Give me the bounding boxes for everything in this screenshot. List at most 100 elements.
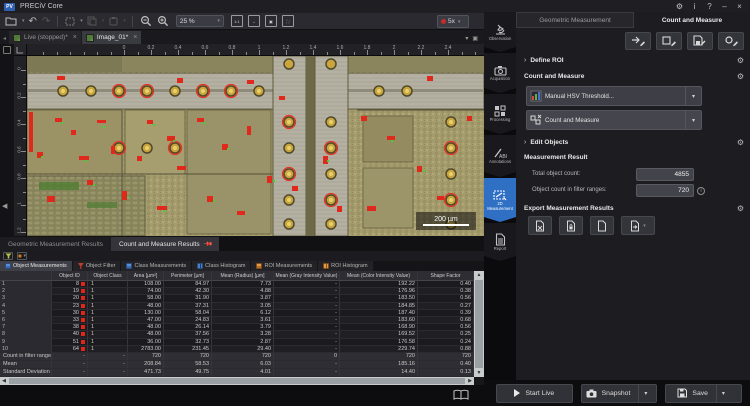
column-header[interactable]: Mean (Gray Intensity Value) bbox=[274, 271, 340, 281]
filter-objects-icon[interactable] bbox=[3, 252, 13, 260]
tab-geometric-results[interactable]: Geometric Measurement Results bbox=[0, 237, 111, 251]
export-locked-file-button[interactable] bbox=[559, 216, 583, 235]
subtab-object-filter[interactable]: Object Filter bbox=[73, 261, 121, 271]
table-vertical-scrollbar[interactable]: ▲ ▼ bbox=[474, 271, 484, 377]
open-file-icon[interactable] bbox=[4, 15, 18, 28]
scroll-down-icon[interactable]: ▼ bbox=[477, 369, 482, 377]
sidebar-item-report[interactable]: Report bbox=[484, 223, 516, 261]
zoom-level-select[interactable]: 25 % ▾ bbox=[176, 15, 224, 27]
highlight-color-icon[interactable]: ▾ bbox=[17, 252, 27, 260]
sidebar-item-annotations[interactable]: ABC Annotations bbox=[484, 135, 516, 177]
gear-icon[interactable]: ⚙ bbox=[737, 204, 744, 213]
sidebar-item-acquisition[interactable]: Acquisition bbox=[484, 53, 516, 93]
apply-roi-button[interactable] bbox=[625, 32, 651, 50]
table-row[interactable]: 219174.0042.304.88-176.960.38 bbox=[0, 288, 474, 295]
start-live-button[interactable]: Start Live bbox=[496, 384, 573, 403]
manual-book-icon[interactable] bbox=[452, 388, 470, 402]
subtab-class-measurements[interactable]: Class Measurements bbox=[121, 261, 191, 271]
chevron-down-icon[interactable]: ▾ bbox=[716, 385, 730, 402]
select-dropdown-icon[interactable]: ▾ bbox=[80, 18, 83, 24]
table-row[interactable]: 633147.0024.833.61-183.600.68 bbox=[0, 317, 474, 324]
save-roi-button[interactable] bbox=[687, 32, 713, 50]
tab-close-icon[interactable]: × bbox=[73, 34, 77, 41]
table-row[interactable]: 423148.0037.313.05-184.850.27 bbox=[0, 303, 474, 310]
tab-count-and-measure[interactable]: Count and Measure bbox=[634, 12, 750, 28]
scroll-up-icon[interactable]: ▲ bbox=[477, 271, 482, 279]
roi-options-button[interactable] bbox=[718, 32, 744, 50]
sidebar-item-2d-measurement[interactable]: 2D Measurement bbox=[484, 178, 516, 222]
gear-icon[interactable]: ⚙ bbox=[737, 56, 744, 65]
undo-icon[interactable]: ↶ bbox=[28, 15, 38, 28]
subtab-class-histogram[interactable]: Class Histogram bbox=[192, 261, 250, 271]
scroll-left-icon[interactable]: ◀ bbox=[0, 378, 8, 384]
zoom-out-icon[interactable] bbox=[139, 15, 153, 28]
info-icon[interactable]: i bbox=[697, 187, 705, 195]
edit-objects-section[interactable]: › Edit Objects ⚙ bbox=[524, 138, 744, 147]
settings-gear-icon[interactable]: ⚙ bbox=[673, 1, 686, 12]
column-header[interactable]: Mean (Radius) [µm] bbox=[212, 271, 274, 281]
viewer-tool-icon[interactable] bbox=[3, 46, 11, 54]
gear-icon[interactable]: ⚙ bbox=[737, 72, 744, 81]
panel-collapse-icon[interactable]: ◀ bbox=[2, 202, 7, 210]
tab-scroll-left-icon[interactable]: ◂ bbox=[0, 35, 9, 44]
tab-geometric-measurement[interactable]: Geometric Measurement bbox=[516, 12, 634, 28]
sidebar-item-observation[interactable]: Observation bbox=[484, 12, 516, 52]
subtab-roi-histogram[interactable]: ROI Histogram bbox=[318, 261, 372, 271]
table-row[interactable]: 951136.0032.732.87-176.580.24 bbox=[0, 339, 474, 346]
column-header[interactable]: Perimeter [µm] bbox=[164, 271, 212, 281]
ruler-corner[interactable] bbox=[14, 44, 27, 56]
zoom-in-icon[interactable] bbox=[156, 15, 170, 28]
table-row[interactable]: 106412783.00231.4529.40-229.740.88 bbox=[0, 346, 474, 353]
fit-screen-icon[interactable]: ▣ bbox=[265, 15, 277, 27]
scrollbar-thumb[interactable] bbox=[9, 378, 465, 384]
total-count-field[interactable]: 4855 bbox=[636, 168, 694, 181]
select-rect-icon[interactable] bbox=[64, 15, 76, 28]
snapshot-button[interactable]: Snapshot ▾ bbox=[581, 384, 658, 403]
export-file-button[interactable] bbox=[590, 216, 614, 235]
threshold-method-dropdown[interactable]: Manual HSV Threshold... ▾ bbox=[526, 86, 702, 106]
zoom-1to1-icon[interactable]: 1:1 bbox=[231, 15, 243, 27]
define-roi-section[interactable]: › Define ROI ⚙ bbox=[524, 56, 744, 65]
open-file-dropdown-icon[interactable]: ▾ bbox=[22, 18, 25, 24]
minimize-icon[interactable]: – bbox=[718, 1, 731, 12]
help-icon[interactable]: ? bbox=[703, 1, 716, 12]
gear-icon[interactable]: ⚙ bbox=[737, 138, 744, 147]
edit-roi-button[interactable] bbox=[656, 32, 682, 50]
micrograph-canvas[interactable]: 200 µm bbox=[27, 56, 484, 236]
column-header[interactable] bbox=[0, 271, 52, 281]
subtab-roi-measurements[interactable]: ROI Measurements bbox=[251, 261, 317, 271]
save-button[interactable]: Save ▾ bbox=[665, 384, 742, 403]
tab-close-icon[interactable]: × bbox=[133, 34, 137, 41]
info-icon[interactable]: i bbox=[688, 1, 701, 12]
table-row[interactable]: 320158.0031.903.87-183.500.56 bbox=[0, 295, 474, 302]
table-row[interactable]: 840148.0037.563.28-169.520.25 bbox=[0, 331, 474, 338]
table-row[interactable]: 5301130.0058.046.12-187.400.39 bbox=[0, 310, 474, 317]
column-header[interactable]: Object ID bbox=[52, 271, 88, 281]
close-icon[interactable]: × bbox=[733, 1, 746, 12]
pin-icon[interactable]: 📌 bbox=[202, 239, 212, 249]
sidebar-item-processing[interactable]: Processing bbox=[484, 94, 516, 134]
tab-count-measure-results[interactable]: Count and Measure Results 📌 bbox=[111, 237, 219, 251]
filter-count-field[interactable]: 720 bbox=[636, 184, 694, 197]
column-header[interactable]: Shape Factor bbox=[418, 271, 474, 281]
scroll-right-icon[interactable]: ▶ bbox=[466, 378, 474, 384]
table-horizontal-scrollbar[interactable]: ◀ ▶ bbox=[0, 377, 474, 385]
fullscreen-icon[interactable]: ⛶ bbox=[282, 15, 294, 27]
column-header[interactable]: Mean (Color Intensity Value) bbox=[340, 271, 418, 281]
chevron-down-icon[interactable]: ▾ bbox=[638, 385, 652, 402]
tab-list-dropdown-icon[interactable]: ▾ bbox=[465, 35, 468, 42]
subtab-object-measurements[interactable]: Object Measurements bbox=[0, 261, 72, 271]
export-send-button[interactable]: ▾ bbox=[621, 216, 655, 235]
table-row[interactable]: 738148.0026.143.79-168.900.56 bbox=[0, 324, 474, 331]
scrollbar-thumb[interactable] bbox=[475, 280, 483, 368]
magnification-select[interactable]: 5x ▾ bbox=[437, 15, 469, 28]
count-and-measure-button[interactable]: Count and Measure ▾ bbox=[526, 110, 702, 130]
column-header[interactable]: Area [µm²] bbox=[128, 271, 164, 281]
tab-image-01[interactable]: Image_01* × bbox=[82, 31, 142, 44]
export-excel-button[interactable] bbox=[528, 216, 552, 235]
viewer-layout-icon[interactable]: ▣ bbox=[472, 35, 478, 42]
column-header[interactable]: Object Class bbox=[88, 271, 128, 281]
tab-live[interactable]: Live (stopped)* × bbox=[9, 31, 81, 44]
fit-width-icon[interactable]: ↔ bbox=[248, 15, 260, 27]
table-row[interactable]: 181108.0084.977.73-192.220.40 bbox=[0, 281, 474, 288]
